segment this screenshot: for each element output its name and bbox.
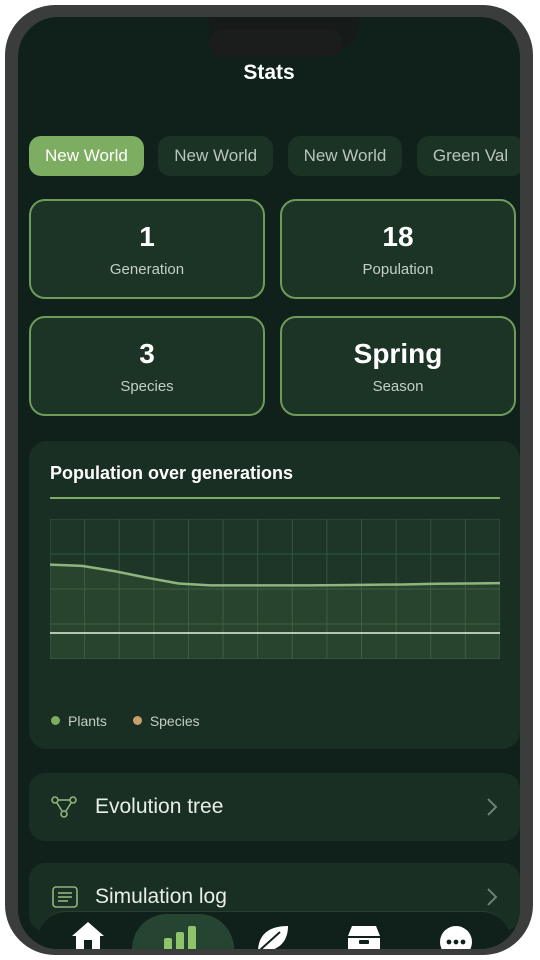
- nav-stats[interactable]: [160, 918, 210, 949]
- stats-icon: [164, 926, 196, 949]
- dynamic-island: [209, 29, 343, 57]
- page-title: Stats: [243, 61, 295, 84]
- legend-item-species: Species: [132, 713, 200, 729]
- population-chart-card: Population over generations Plants Speci…: [29, 441, 520, 749]
- stat-card-population: 18 Population: [280, 199, 516, 299]
- legend-dot-plants: [51, 716, 60, 725]
- stat-value: 3: [139, 338, 155, 369]
- nav-inventory[interactable]: [344, 918, 394, 949]
- stat-label: Population: [362, 261, 434, 278]
- chevron-right-icon: [487, 888, 498, 906]
- stat-label: Generation: [109, 261, 185, 278]
- chevron-right-icon: [487, 798, 498, 816]
- tab-world-4[interactable]: Green Val: [416, 136, 520, 176]
- stat-label: Season: [372, 378, 424, 395]
- stat-value: Spring: [353, 338, 443, 369]
- phone-frame: Stats New World New World New World Gree…: [5, 5, 533, 955]
- simulation-log-label: Simulation log: [95, 885, 227, 908]
- tab-world-3[interactable]: New World: [287, 136, 403, 176]
- chart-legend: Plants Species: [51, 713, 222, 729]
- more-icon: [440, 926, 472, 949]
- stat-label: Species: [120, 378, 174, 395]
- inventory-icon: [348, 926, 380, 949]
- stat-value: 18: [382, 221, 414, 252]
- evolution-tree-icon: [51, 796, 77, 818]
- legend-dot-species: [132, 716, 142, 725]
- chart-title-divider: [50, 497, 500, 499]
- leaf-icon: [258, 926, 288, 949]
- stat-card-generation: 1 Generation: [29, 199, 265, 299]
- nav-plants[interactable]: [252, 918, 302, 949]
- evolution-tree-row[interactable]: Evolution tree: [29, 773, 520, 841]
- bottom-navigation: [38, 911, 510, 949]
- chart-title: Population over generations: [50, 463, 294, 483]
- legend-label-species: Species: [149, 713, 200, 729]
- nav-more[interactable]: [436, 918, 486, 949]
- population-line-chart: [50, 519, 500, 659]
- stat-value: 1: [139, 221, 155, 252]
- stat-card-species: 3 Species: [29, 316, 265, 416]
- tab-world-2[interactable]: New World: [158, 136, 274, 176]
- home-icon: [72, 922, 104, 949]
- evolution-tree-label: Evolution tree: [95, 795, 224, 818]
- tab-world-1[interactable]: New World: [29, 136, 144, 176]
- nav-home[interactable]: [68, 918, 118, 949]
- world-tabs: New World New World New World Green Val: [29, 136, 520, 176]
- log-icon: [52, 886, 78, 908]
- app-screen: Stats New World New World New World Gree…: [18, 17, 520, 949]
- legend-label-plants: Plants: [68, 713, 107, 729]
- stat-card-season: Spring Season: [280, 316, 516, 416]
- legend-item-plants: Plants: [51, 713, 111, 729]
